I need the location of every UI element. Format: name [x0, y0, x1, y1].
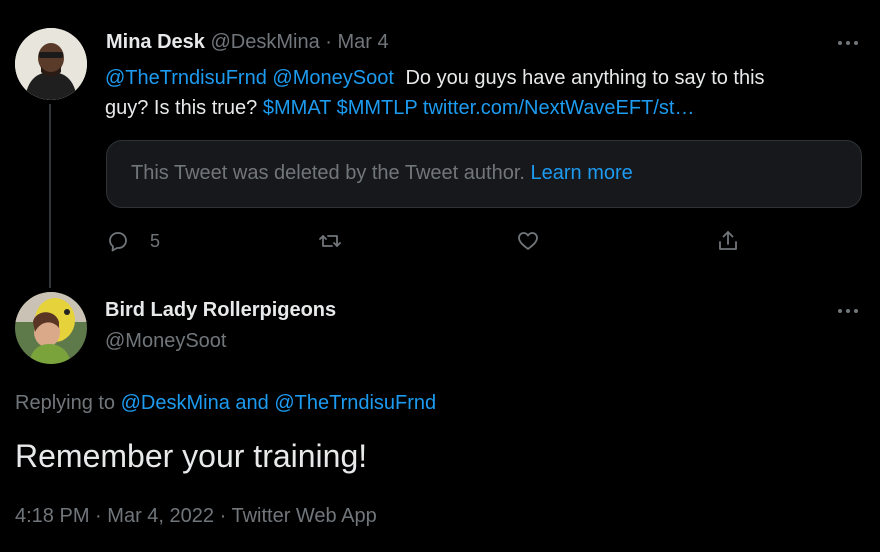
- avatar-mina-desk[interactable]: [15, 28, 87, 100]
- reply-button[interactable]: 5: [106, 229, 160, 253]
- tweet1-display-name[interactable]: Mina Desk: [106, 31, 205, 53]
- tweet2-display-name[interactable]: Bird Lady Rollerpigeons: [105, 299, 336, 322]
- replying-to-user-2[interactable]: @TheTrndisuFrnd: [274, 392, 436, 414]
- replying-to-prefix: Replying to: [15, 392, 116, 414]
- tweet2-meta-separator-2: ·: [219, 505, 227, 527]
- tweet1-cashtag-2[interactable]: $MMTLP: [337, 97, 418, 119]
- tweet2-time[interactable]: 4:18 PM: [15, 505, 89, 527]
- learn-more-link[interactable]: Learn more: [531, 162, 633, 184]
- tweet2-source[interactable]: Twitter Web App: [231, 505, 376, 527]
- avatar-bird-lady-image: [15, 292, 87, 364]
- avatar-bird-lady[interactable]: [15, 292, 87, 364]
- tweet1-text-part2: guy? Is this true?: [105, 97, 258, 119]
- reply-count: 5: [150, 230, 161, 251]
- like-button[interactable]: [516, 229, 540, 253]
- replying-to-user-1[interactable]: @DeskMina: [121, 392, 230, 414]
- tweet2-date[interactable]: Mar 4, 2022: [107, 505, 214, 527]
- tweet1-separator: ·: [325, 31, 332, 53]
- tweet2-meta-separator-1: ·: [95, 505, 102, 527]
- heart-icon: [518, 232, 538, 250]
- replying-to-and[interactable]: and: [235, 392, 268, 414]
- retweet-button[interactable]: [318, 229, 342, 253]
- tweet1-more-icon[interactable]: [836, 33, 860, 57]
- tweet1-text: @TheTrndisuFrnd @MoneySoot Do you guys h…: [105, 63, 845, 123]
- tweet1-date[interactable]: Mar 4: [338, 31, 389, 53]
- avatar-mina-desk-image: [15, 28, 87, 100]
- reply-icon: [109, 232, 127, 252]
- tweet1-cashtag-1[interactable]: $MMAT: [263, 97, 331, 119]
- tweet1-header: Mina Desk @DeskMina · Mar 4: [106, 31, 389, 54]
- deleted-tweet-notice: This Tweet was deleted by the Tweet auth…: [131, 162, 525, 184]
- share-button[interactable]: [716, 229, 740, 253]
- tweet1-text-part1: Do you guys have anything to say to this: [405, 67, 765, 89]
- tweet2-text: Remember your training!: [15, 438, 368, 474]
- thread-connector-line: [49, 104, 51, 288]
- tweet1-mention-1[interactable]: @TheTrndisuFrnd: [105, 67, 267, 89]
- replying-to-line: Replying to @DeskMina and @TheTrndisuFrn…: [15, 392, 436, 415]
- tweet1-mention-2[interactable]: @MoneySoot: [272, 67, 393, 89]
- share-icon: [719, 231, 737, 250]
- tweet2-handle[interactable]: @MoneySoot: [105, 330, 226, 353]
- deleted-tweet-card: This Tweet was deleted by the Tweet auth…: [106, 140, 862, 208]
- retweet-icon: [319, 235, 341, 247]
- tweet2-meta: 4:18 PM · Mar 4, 2022 · Twitter Web App: [15, 505, 377, 528]
- tweet1-handle[interactable]: @DeskMina: [211, 31, 320, 53]
- tweet1-link[interactable]: twitter.com/NextWaveEFT/st…: [423, 97, 695, 119]
- tweet2-more-icon[interactable]: [836, 301, 860, 325]
